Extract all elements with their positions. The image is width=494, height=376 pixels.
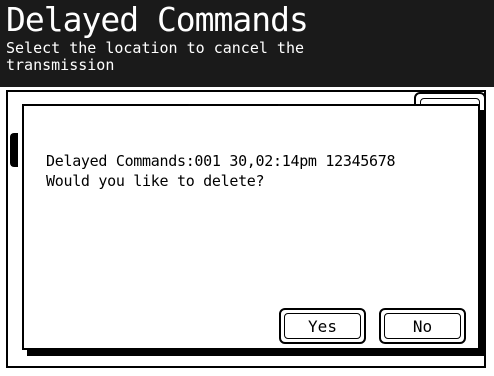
page-title: Delayed Commands [6,0,309,39]
scroll-left-tab[interactable] [10,133,18,167]
header-bar: Delayed Commands Select the location to … [0,0,494,87]
dialog-message-line1: Delayed Commands:001 30,02:14pm 12345678 [46,152,396,170]
yes-button-label: Yes [308,316,337,336]
yes-button[interactable]: Yes [279,308,366,344]
no-button-label: No [412,316,433,336]
dialog-message: Delayed Commands:001 30,02:14pm 12345678… [46,151,396,191]
fax-screen: Delayed Commands Select the location to … [0,0,494,376]
dialog-message-line2: Would you like to delete? [46,172,265,190]
no-button[interactable]: No [379,308,466,344]
confirm-delete-dialog: Delayed Commands:001 30,02:14pm 12345678… [22,104,480,350]
instruction-text: Select the location to cancel the transm… [6,39,305,74]
